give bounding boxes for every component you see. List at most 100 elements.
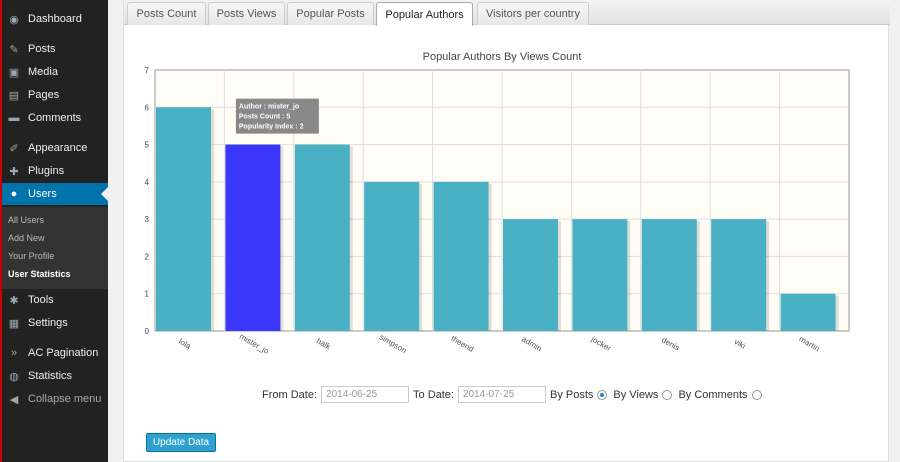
submenu-item-add-new[interactable]: Add New [8, 233, 45, 243]
x-tick-label: denis [660, 335, 681, 352]
tab-posts-count[interactable]: Posts Count [127, 2, 206, 25]
y-tick-label: 6 [145, 103, 150, 112]
sidebar-item-media[interactable]: ▣ Media [2, 61, 108, 83]
media-icon: ▣ [8, 66, 20, 79]
sidebar-item-label: Tools [28, 294, 54, 306]
bar-denis[interactable] [641, 219, 697, 331]
by-comments-label: By Comments [678, 388, 748, 401]
admin-sidebar: ◉ Dashboard ✎ Posts ▣ Media ▤ Pages ▬ Comments ✐ Ap… [0, 0, 108, 462]
app: ◉ Dashboard ✎ Posts ▣ Media ▤ Pages ▬ Comments ✐ Ap… [0, 0, 900, 462]
y-tick-label: 3 [145, 215, 150, 224]
submenu-item-user-statistics[interactable]: User Statistics [8, 269, 71, 279]
sidebar-item-posts[interactable]: ✎ Posts [2, 38, 108, 60]
to-date-input[interactable] [457, 386, 546, 403]
bar-jocker[interactable] [572, 219, 628, 331]
sidebar-item-collapse-menu[interactable]: ◀ Collapse menu [2, 388, 108, 410]
y-tick-label: 1 [145, 290, 150, 299]
user-icon: ● [10, 188, 18, 200]
sidebar-item-dashboard[interactable]: ◉ Dashboard [2, 8, 108, 30]
sidebar-item-comments[interactable]: ▬ Comments [2, 107, 108, 129]
tab-visitors-per-country[interactable]: Visitors per country [477, 2, 589, 25]
tooltip-line: Popularity Index : 2 [239, 124, 304, 131]
x-tick-label: halk [315, 336, 333, 352]
y-tick-label: 2 [145, 252, 150, 261]
active-indicator [101, 187, 108, 201]
chart-title: Popular Authors By Views Count [423, 51, 582, 63]
sidebar-item-label: Comments [28, 112, 82, 124]
y-tick-label: 7 [145, 66, 150, 75]
by-views-radio[interactable] [662, 389, 673, 400]
sidebar-item-label: Dashboard [28, 13, 82, 25]
settings-icon: ▦ [8, 317, 20, 330]
globe-icon: ◍ [9, 370, 19, 383]
sidebar-item-users[interactable]: ● Users [2, 183, 108, 205]
tab-popular-authors[interactable]: Popular Authors [376, 2, 473, 26]
statistics-panel: Posts Count Posts Views Popular Posts Popul… [123, 0, 890, 462]
bar-lola[interactable] [156, 107, 211, 332]
update-data-button[interactable]: Update Data [146, 433, 216, 452]
main-content: Posts Count Posts Views Popular Posts Popul… [108, 0, 900, 462]
sidebar-item-label: Statistics [28, 370, 73, 382]
pin-icon: ✎ [9, 43, 19, 56]
bar-mister_jo[interactable] [225, 144, 281, 331]
from-date-label: From Date: [262, 388, 318, 401]
filter-row: From Date: To Date: By Posts By Views By… [262, 386, 768, 403]
sidebar-item-label: AC Pagination [28, 347, 99, 359]
bar-martin[interactable] [780, 293, 836, 331]
sidebar-item-label: Posts [28, 43, 56, 55]
bar-admin[interactable] [503, 219, 558, 331]
sidebar-item-label: Collapse menu [28, 393, 102, 405]
popular-authors-chart: Popular Authors By Views Count 0 1 2 3 4 5 6 7 lo… [145, 51, 850, 356]
x-tick-label: martin [797, 334, 821, 353]
x-tick-label: jocker [589, 334, 613, 353]
tooltip-line: Posts Count : 5 [239, 114, 290, 121]
sidebar-item-appearance[interactable]: ✐ Appearance [2, 137, 108, 159]
to-date-label: To Date: [413, 388, 454, 401]
submenu-item-all-users[interactable]: All Users [8, 215, 44, 225]
by-views-label: By Views [613, 388, 659, 401]
sidebar-item-label: Appearance [28, 142, 88, 154]
by-posts-label: By Posts [549, 388, 594, 401]
submenu-item-your-profile[interactable]: Your Profile [8, 251, 54, 261]
from-date-input[interactable] [321, 386, 410, 403]
plugin-icon: ✚ [9, 165, 19, 178]
x-tick-label: simpson [378, 332, 408, 355]
collapse-icon: ◀ [9, 393, 19, 406]
x-tick-label: theend [450, 334, 476, 354]
sidebar-item-plugins[interactable]: ✚ Plugins [2, 160, 108, 182]
sidebar-item-pages[interactable]: ▤ Pages [2, 84, 108, 106]
users-submenu: All Users Add New Your Profile User Statist… [2, 207, 108, 289]
x-tick-label: lola [177, 337, 193, 351]
chevrons-icon: » [10, 347, 18, 359]
x-tick-label: viki [733, 337, 748, 351]
bar-theend[interactable] [433, 181, 489, 331]
sidebar-item-label: Pages [28, 89, 60, 101]
bar-halk[interactable] [294, 144, 350, 331]
by-comments-radio[interactable] [751, 389, 762, 400]
by-posts-radio[interactable] [597, 389, 608, 400]
x-tick-label: mister_jo [238, 332, 271, 356]
bar-viki[interactable] [711, 219, 767, 331]
sidebar-item-settings[interactable]: ▦ Settings [2, 312, 108, 334]
comment-icon: ▬ [8, 112, 20, 124]
sidebar-item-statistics[interactable]: ◍ Statistics [2, 365, 108, 387]
tab-posts-views[interactable]: Posts Views [208, 2, 285, 25]
tab-bar: Posts Count Posts Views Popular Posts Popul… [124, 0, 890, 26]
brush-icon: ✐ [9, 142, 19, 155]
tab-popular-posts[interactable]: Popular Posts [287, 2, 374, 25]
tooltip-line: Author : mister_jo [239, 104, 299, 111]
pages-icon: ▤ [8, 89, 20, 102]
y-tick-label: 5 [145, 141, 150, 150]
wrench-icon: ✱ [9, 294, 19, 307]
sidebar-item-ac-pagination[interactable]: » AC Pagination [2, 342, 108, 364]
sidebar-item-label: Plugins [28, 165, 65, 177]
dashboard-icon: ◉ [9, 13, 19, 26]
sidebar-item-label: Media [28, 66, 58, 78]
sidebar-item-tools[interactable]: ✱ Tools [2, 289, 108, 311]
sidebar-item-label: Settings [28, 317, 68, 329]
bar-simpson[interactable] [364, 181, 420, 331]
y-tick-label: 4 [145, 178, 150, 187]
x-tick-label: admin [520, 334, 543, 353]
y-tick-label: 0 [145, 327, 150, 336]
sidebar-item-label: Users [28, 188, 57, 200]
